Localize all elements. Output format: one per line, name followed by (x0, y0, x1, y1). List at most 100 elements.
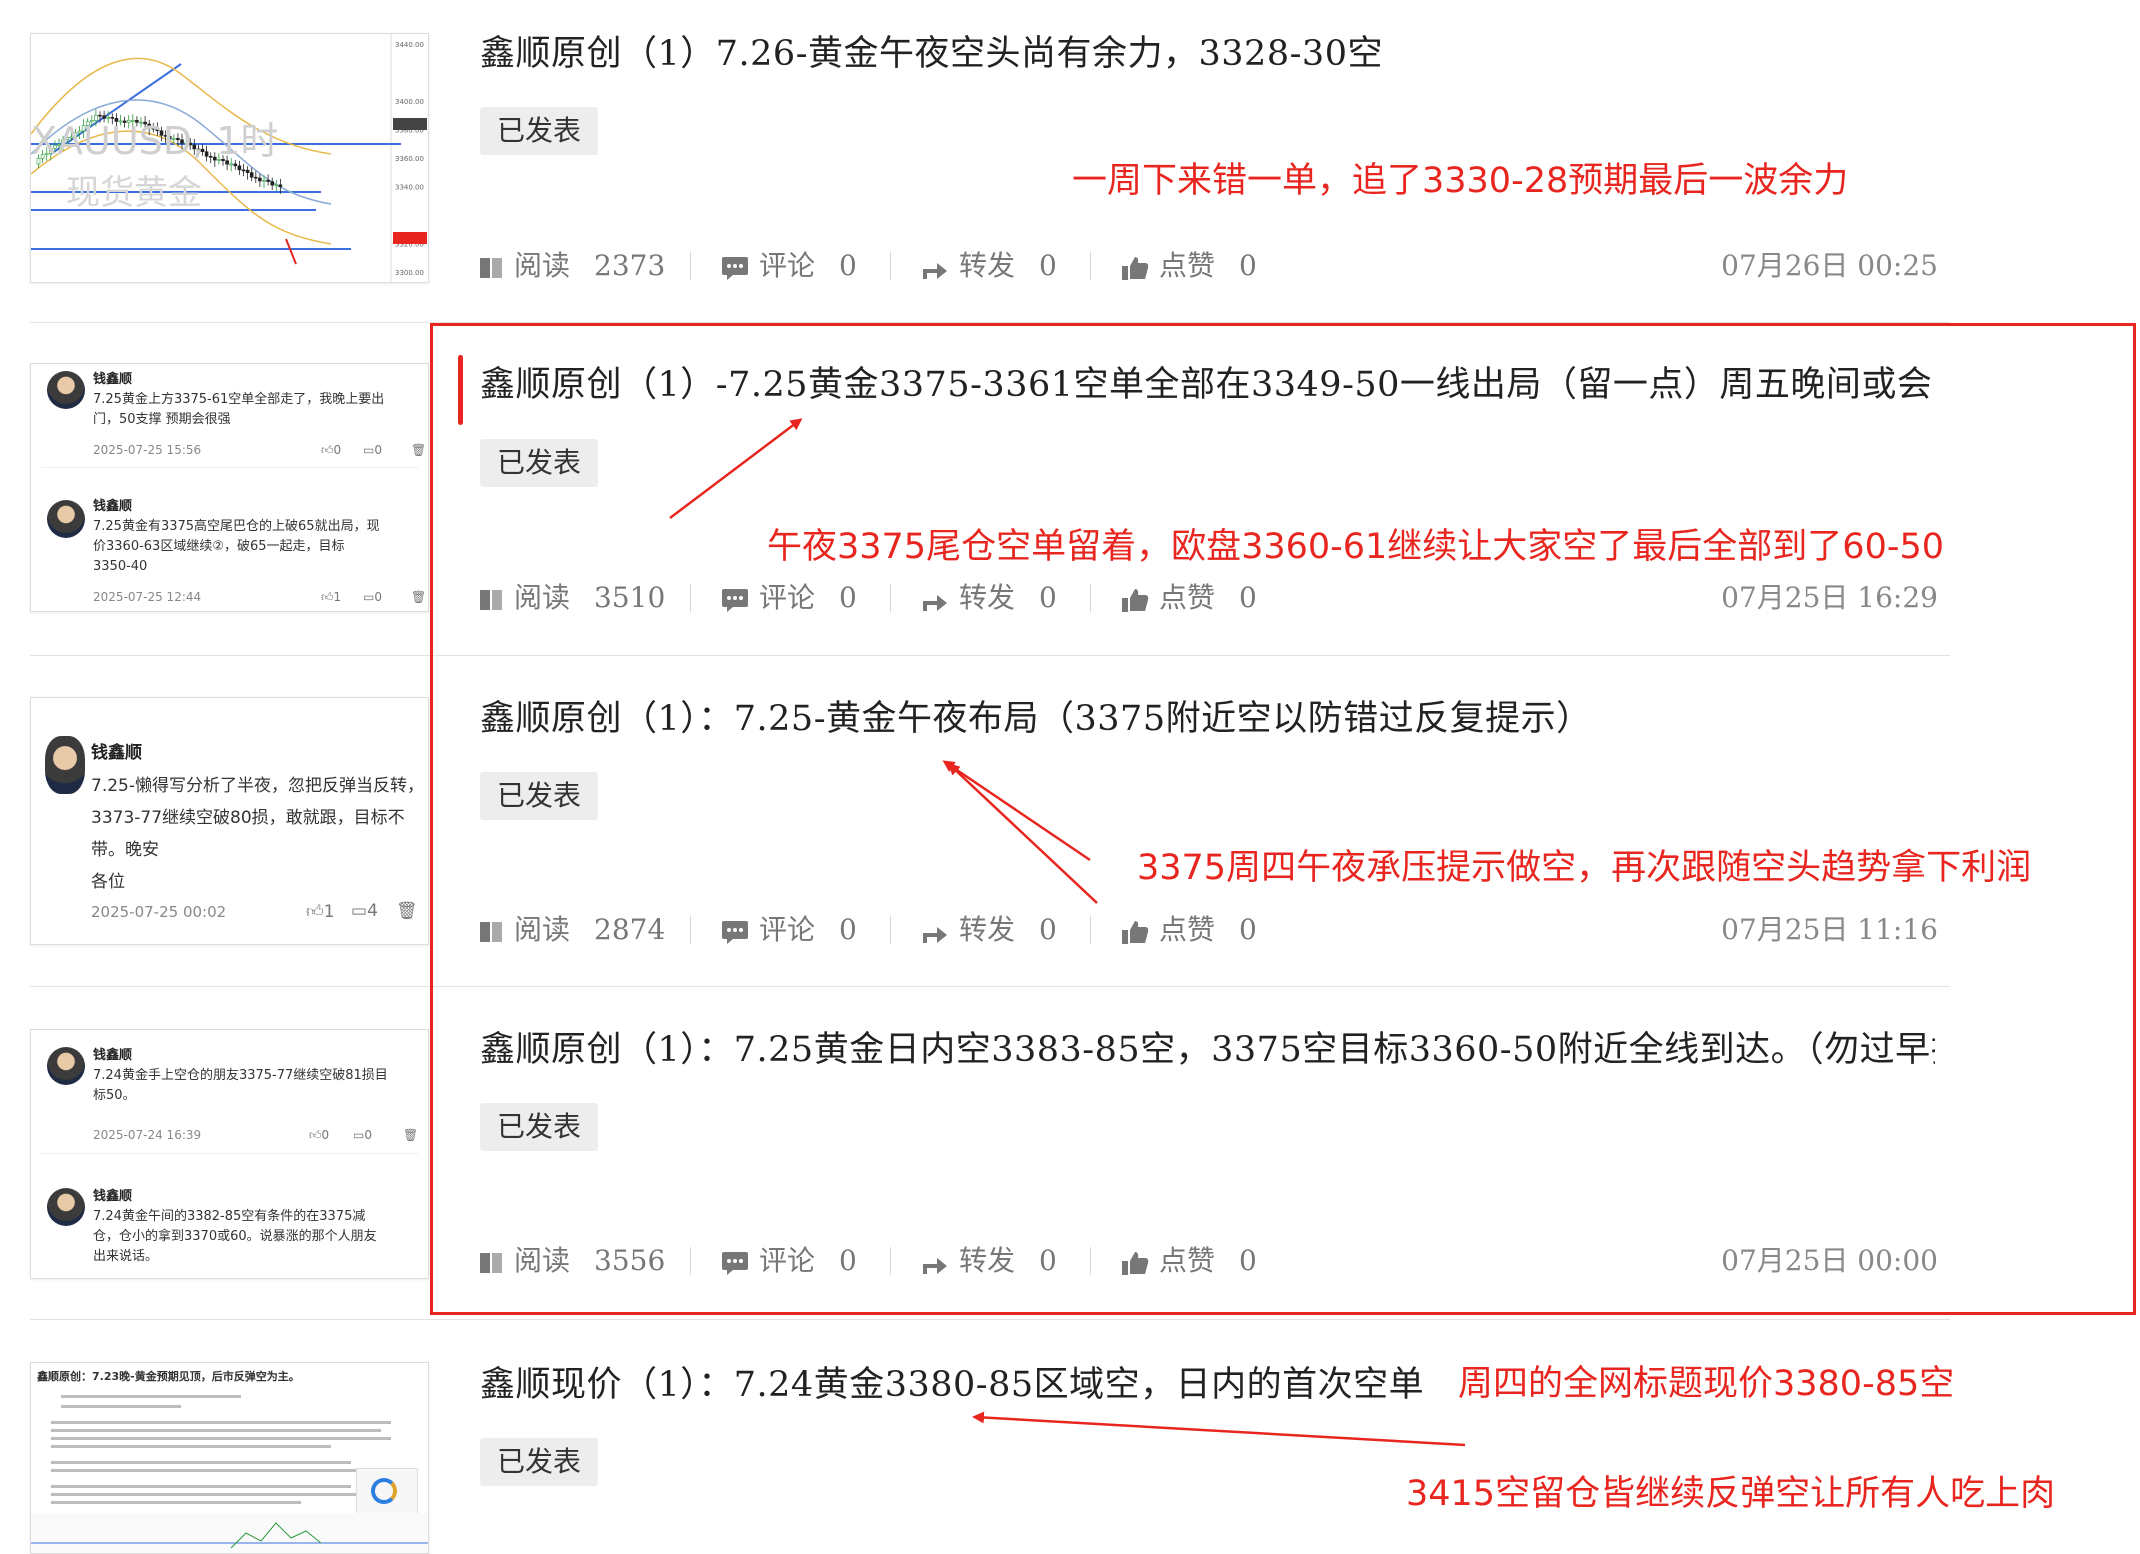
candle-body (237, 165, 242, 171)
y-tick-label: 3330.00 (395, 212, 424, 220)
like-count: 0 (1239, 249, 1257, 282)
thumbs-up-icon: 👍︎ (321, 443, 334, 457)
candle-body (98, 114, 102, 117)
comment-thumbnail: 钱鑫顺 7.25黄金上方3375-61空单全部走了，我晚上要出 门，50支撑 预… (30, 363, 429, 612)
trash-icon[interactable]: 🗑︎ (411, 590, 426, 604)
comment-reply[interactable]: ▭4 (351, 901, 378, 921)
annotation-5: 3415空留仓皆继续反弹空让所有人吃上肉 (1406, 1474, 2056, 1514)
candle-body (274, 184, 279, 187)
y-tick-label: 3440.00 (395, 41, 424, 49)
candle-body (254, 176, 258, 179)
y-tick-label: 3340.00 (395, 184, 424, 192)
trash-icon[interactable]: 🗑︎ (411, 443, 426, 457)
comment-text: 7.24黄金午间的3382-85空有条件的在3375减 仓，仓小的拿到3370或… (93, 1207, 423, 1267)
article-title[interactable]: 鑫顺原创（1）7.26-黄金午夜空头尚有余力，3328-30空 (480, 25, 1930, 76)
reply-count: 0 (364, 1128, 372, 1142)
comment-time: 2025-07-25 15:56 (93, 443, 202, 457)
comment-line: 7.25-懒得写分析了半夜，忽把反弹当反转， (91, 776, 424, 796)
comment-line: 3350-40 (93, 559, 148, 574)
comment-text: 7.24黄金手上空仓的朋友3375-77继续空破81损目 标50。 (93, 1066, 423, 1106)
comment-line: 各位 (91, 872, 125, 892)
comment-time: 2025-07-25 12:44 (93, 590, 202, 604)
watermark-name: 现货黄金 (66, 173, 202, 213)
share-icon (923, 262, 947, 279)
comment-line: 7.25黄金有3375高空尾巴仓的上破65就出局，现 (93, 519, 380, 534)
comment-like[interactable]: 👍︎1 (306, 901, 335, 922)
price-chart: XAUUSD, 1时 现货黄金 3440.003427.483400.00338… (31, 34, 428, 282)
thumbs-up-icon (1122, 256, 1149, 280)
annotation-1: 一周下来错一单，追了3330-28预期最后一波余力 (1072, 161, 1849, 201)
commenter-name: 钱鑫顺 (93, 499, 133, 514)
comment-time: 2025-07-24 16:39 (93, 1128, 202, 1142)
document-thumbnail: 鑫顺原创：7.23晚-黄金预期见顶，后市反弹空为主。 (30, 1362, 429, 1554)
article-title[interactable]: 鑫顺现价（1）：7.24黄金3380-85区域空，日内的首次空单！ (480, 1356, 1430, 1407)
y-tick-label: 3427.48 (395, 70, 424, 78)
comment-reply[interactable]: ▭0 (353, 1128, 372, 1142)
candle-body (258, 177, 262, 182)
read-label: 阅读 (514, 249, 571, 282)
comment-like[interactable]: 👍︎0 (309, 1128, 329, 1143)
comment-thumbnail: 钱鑫顺 7.25-懒得写分析了半夜，忽把反弹当反转， 3373-77继续空破80… (30, 697, 429, 945)
comment-icon: ▭ (351, 901, 368, 921)
thumbs-up-icon: 👍︎ (309, 1128, 322, 1142)
comment-count: 0 (839, 249, 857, 282)
comment-reply[interactable]: ▭0 (363, 443, 382, 457)
annotation-2: 午夜3375尾仓空单留着，欧盘3360-61继续让大家空了最后全部到了60-50 (767, 527, 1945, 567)
comment-icon: ▭ (363, 443, 375, 457)
highlight-box (430, 323, 2136, 1315)
thumbs-up-icon: 👍︎ (306, 902, 324, 922)
swirl-logo-icon (371, 1478, 397, 1504)
highlight-tick (458, 355, 463, 425)
commenter-name: 钱鑫顺 (93, 1189, 133, 1204)
candle-body (233, 163, 238, 167)
status-badge: 已发表 (480, 107, 598, 155)
candle-body (262, 179, 266, 182)
annotation-3: 3375周四午夜承压提示做空，再次跟随空头趋势拿下利润 (1137, 848, 2032, 888)
like-count: 0 (321, 1128, 330, 1142)
y-tick-label: 3300.00 (395, 269, 424, 277)
commenter-name: 钱鑫顺 (93, 372, 133, 387)
mini-chart (31, 1513, 428, 1553)
comment-line: 门，50支撑 预期会很强 (93, 412, 231, 427)
comment-like[interactable]: 👍︎1 (321, 590, 341, 605)
like-count: 0 (333, 443, 342, 457)
comment-text: 7.25黄金上方3375-61空单全部走了，我晚上要出 门，50支撑 预期会很强 (93, 390, 423, 430)
thumbs-up-icon: 👍︎ (321, 590, 334, 604)
comment-like[interactable]: 👍︎0 (321, 443, 341, 458)
candle-body (270, 181, 274, 186)
comment-icon: ▭ (363, 590, 375, 604)
chart-thumbnail: XAUUSD, 1时 现货黄金 3440.00 3427.48 3400.00 338… (30, 33, 429, 283)
trash-icon[interactable]: 🗑︎ (396, 901, 418, 921)
candle-body (249, 172, 254, 178)
candle-body (278, 184, 283, 188)
avatar (47, 1188, 85, 1226)
avatar (47, 1047, 85, 1085)
forward-stat[interactable]: 转发 0 (921, 246, 1057, 286)
forward-count: 0 (1039, 249, 1057, 282)
comment-line: 7.24黄金手上空仓的朋友3375-77继续空破81损目 (93, 1068, 388, 1083)
reply-count: 4 (367, 901, 378, 921)
comment-text: 7.25-懒得写分析了半夜，忽把反弹当反转， 3373-77继续空破80损，敢就… (91, 770, 426, 898)
doc-heading: 鑫顺原创：7.23晚-黄金预期见顶，后市反弹空为主。 (37, 1370, 300, 1383)
like-stat[interactable]: 点赞 0 (1121, 246, 1257, 286)
comment-stat[interactable]: 评论 0 (721, 246, 857, 286)
comment-reply[interactable]: ▭0 (363, 590, 382, 604)
candle-body (241, 169, 246, 172)
comment-line: 价3360-63区域继续②，破65一起走，目标 (93, 539, 345, 554)
comment-time: 2025-07-25 00:02 (91, 903, 227, 921)
comment-label: 评论 (759, 249, 816, 282)
commenter-name: 钱鑫顺 (93, 1048, 133, 1063)
like-label: 点赞 (1159, 249, 1216, 282)
like-count: 1 (323, 902, 335, 922)
comment-line: 3373-77继续空破80损，敢就跟，目标不带。晚安 (91, 808, 405, 860)
avatar (47, 371, 85, 409)
comment-line: 7.24黄金午间的3382-85空有条件的在3375减 (93, 1209, 366, 1224)
forward-label: 转发 (959, 249, 1016, 282)
read-count: 2373 (594, 249, 666, 282)
comment-line: 出来说话。 (93, 1249, 159, 1264)
comment-icon (722, 256, 748, 280)
reply-count: 0 (374, 443, 382, 457)
trash-icon[interactable]: 🗑︎ (403, 1128, 418, 1142)
commenter-name: 钱鑫顺 (91, 743, 142, 763)
candle-body (102, 115, 106, 119)
